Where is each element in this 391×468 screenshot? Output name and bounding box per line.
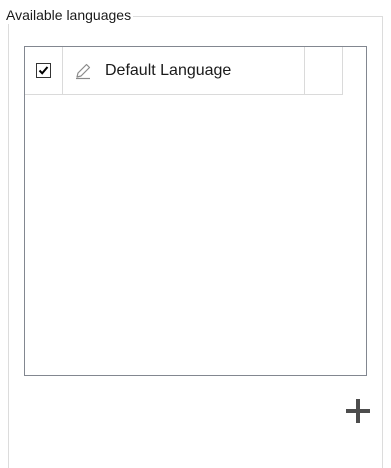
row-extra-cell[interactable] [305, 47, 343, 95]
language-name-cell[interactable]: Default Language [63, 47, 305, 95]
language-checkbox[interactable] [36, 63, 51, 78]
add-language-button[interactable] [340, 393, 376, 429]
checkbox-cell[interactable] [25, 47, 63, 95]
checkmark-icon [38, 66, 49, 75]
group-title: Available languages [6, 6, 134, 24]
pencil-icon[interactable] [73, 61, 93, 81]
languages-list[interactable]: Default Language [24, 46, 367, 376]
plus-icon [346, 399, 370, 423]
language-label: Default Language [105, 61, 232, 79]
list-item[interactable]: Default Language [25, 47, 343, 95]
